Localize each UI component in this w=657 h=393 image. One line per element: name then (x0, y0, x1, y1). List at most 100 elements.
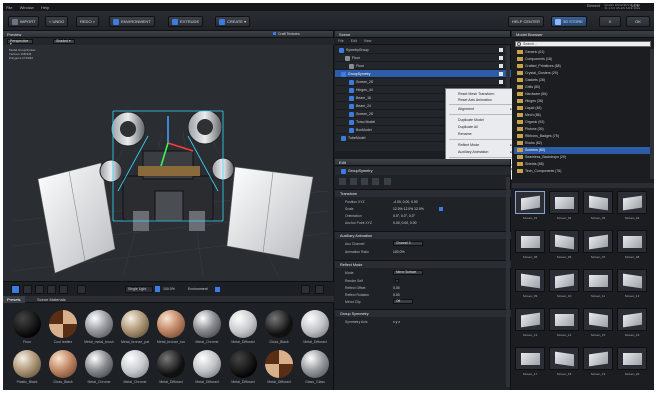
shade-select[interactable]: Shaded ▾ (53, 39, 75, 44)
ok-button[interactable]: OK (626, 16, 650, 27)
category-item[interactable]: Crafted_Primitives (88) (514, 63, 652, 70)
link-icon[interactable] (350, 178, 358, 185)
model-thumbnail[interactable] (617, 191, 647, 214)
section-auxiliary-animation[interactable]: Auxiliary Animation (335, 231, 511, 239)
category-item[interactable]: Crystal_Clusters (29) (514, 70, 652, 77)
material-swatch[interactable] (49, 310, 77, 338)
category-item[interactable]: Organic (92) (514, 119, 652, 126)
section-group-symmetry[interactable]: Group Symmetry (335, 309, 511, 317)
browser-splitter[interactable] (512, 183, 654, 188)
category-item[interactable]: Hardware (56) (514, 91, 652, 98)
category-item[interactable]: Seamless_Backdrops (29) (514, 154, 652, 161)
menu-duplicate-all[interactable]: Duplicate All (446, 124, 515, 130)
material-swatch[interactable] (121, 350, 149, 378)
category-item[interactable]: Liquid (48) (514, 105, 652, 112)
model-thumbnail[interactable] (583, 347, 613, 370)
material-swatch[interactable] (229, 350, 257, 378)
category-item[interactable]: Pistons (39) (514, 126, 652, 133)
model-thumbnail[interactable] (549, 191, 579, 214)
move-tool-icon[interactable] (11, 285, 20, 294)
aux-channel-select[interactable]: Channel 3 (393, 241, 423, 246)
redo-button[interactable]: REDO > (76, 16, 100, 27)
model-thumbnail[interactable] (549, 308, 579, 331)
material-swatch[interactable] (265, 350, 293, 378)
3d-store-button[interactable]: 3D STORE (551, 16, 587, 27)
model-thumbnail[interactable] (617, 230, 647, 253)
move-icon[interactable] (339, 178, 346, 185)
reflect-offset-value[interactable]: 0.00 (393, 286, 400, 290)
model-thumbnail[interactable] (515, 308, 545, 331)
scene-menu-view[interactable]: View (361, 38, 375, 45)
view-select[interactable]: Perspective ▾ (7, 39, 33, 46)
visibility-icon[interactable] (499, 80, 503, 84)
model-thumbnail[interactable] (583, 230, 613, 253)
extrude-button[interactable]: EXTRUDE (168, 16, 204, 27)
category-item[interactable]: Hinges (36) (514, 98, 652, 105)
close-button[interactable]: X (599, 16, 621, 27)
category-item[interactable]: Screens (80) (514, 147, 652, 154)
material-swatch[interactable] (13, 310, 41, 338)
material-swatch[interactable] (157, 310, 185, 338)
model-thumbnail[interactable] (515, 347, 545, 370)
category-item[interactable]: Ribbons_Badges (75) (514, 133, 652, 140)
menu-reset-axis-animation[interactable]: Reset Axis Animation (446, 97, 515, 103)
menu-duplicate-model[interactable]: Duplicate Model (446, 117, 515, 123)
anchor-value[interactable]: 0.00, 0.00, 0.00 (393, 221, 417, 225)
material-swatch[interactable] (193, 350, 221, 378)
material-swatch[interactable] (85, 310, 113, 338)
material-swatch[interactable] (229, 310, 257, 338)
category-item[interactable]: Grills (80) (514, 84, 652, 91)
scene-tree-row[interactable]: Floor (335, 54, 511, 62)
tab-scene-materials[interactable]: Scene Materials (33, 296, 70, 303)
material-swatch[interactable] (49, 350, 77, 378)
position-value[interactable]: -4.00, 0.00, 0.00 (393, 200, 418, 204)
frame-tool-icon[interactable] (59, 285, 68, 294)
mirror-clip-select[interactable]: Off (393, 299, 413, 304)
light-select[interactable]: Single Light (125, 286, 153, 293)
fullscreen-icon[interactable] (315, 285, 324, 294)
orientation-value[interactable]: 0.0°, 0.0°, 0.0° (393, 214, 415, 218)
light-toggle-icon[interactable] (155, 286, 160, 292)
model-thumbnail[interactable] (549, 230, 579, 253)
3d-scene-render[interactable] (13, 71, 328, 276)
menu-auxiliary-animation[interactable]: Auxiliary Animation▸ (446, 149, 515, 155)
category-item[interactable]: Shields (58) (514, 161, 652, 168)
material-swatch[interactable] (13, 350, 41, 378)
section-reflect-mode[interactable]: Reflect Mode (335, 260, 511, 268)
edit-scrollbar[interactable] (506, 177, 510, 387)
visibility-icon[interactable] (499, 48, 503, 52)
create-button[interactable]: CREATE ▾ (215, 16, 251, 27)
model-thumbnail[interactable] (583, 308, 613, 331)
menu-reflect-mode[interactable]: Reflect Mode▸ (446, 142, 515, 148)
model-thumbnail[interactable] (549, 269, 579, 292)
crop-tool-icon[interactable] (77, 285, 86, 294)
category-item[interactable]: Generic (61) (514, 49, 652, 56)
material-swatch[interactable] (301, 310, 329, 338)
scene-tree-row[interactable]: SymetryGroup (335, 46, 511, 54)
model-thumbnail[interactable] (617, 347, 647, 370)
rotate-tool-icon[interactable] (35, 285, 44, 294)
select-tool-icon[interactable] (23, 285, 32, 294)
material-swatch[interactable] (193, 310, 221, 338)
model-thumbnail[interactable] (617, 269, 647, 292)
help-center-button[interactable]: HELP CENTER (508, 16, 544, 27)
menu-rename[interactable]: Rename (446, 131, 515, 137)
model-thumbnail[interactable] (515, 191, 545, 214)
environment-toggle-icon[interactable] (215, 287, 220, 292)
scene-tree-row[interactable]: Screen_28 (335, 78, 511, 86)
material-swatch[interactable] (301, 350, 329, 378)
scene-menu-edit[interactable]: Edit (348, 38, 360, 45)
lock-icon[interactable] (439, 207, 443, 211)
import-button[interactable]: IMPORT (8, 16, 40, 27)
mode-select[interactable]: Mirror Surface (393, 270, 423, 275)
category-item[interactable]: Components (18) (514, 56, 652, 63)
model-thumbnail[interactable] (583, 191, 613, 214)
scene-menu-file[interactable]: File (335, 38, 347, 45)
gear-icon[interactable] (372, 178, 380, 185)
category-scrollbar[interactable] (650, 49, 654, 179)
category-item[interactable]: Tech_Components (76) (514, 168, 652, 175)
tab-presets[interactable]: Presets (3, 296, 25, 303)
material-swatch[interactable] (85, 350, 113, 378)
category-item[interactable]: Gaskets (28) (514, 77, 652, 84)
scale-value[interactable]: 12.0% 12.0% 12.0% (393, 207, 424, 211)
